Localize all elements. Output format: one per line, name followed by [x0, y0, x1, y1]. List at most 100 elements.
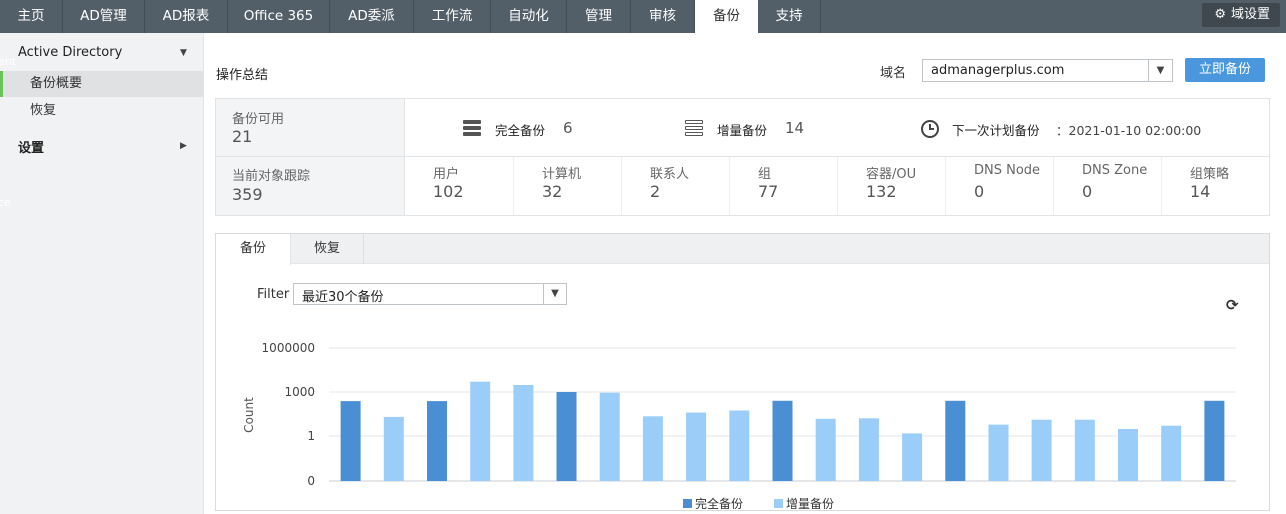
tab-ad-reports[interactable]: AD报表 [145, 0, 228, 33]
tab-automation[interactable]: 自动化 [491, 0, 567, 33]
panel-tabs: 备份 恢复 [216, 234, 1269, 265]
tab-workflow[interactable]: 工作流 [414, 0, 491, 33]
bar-incremental-backup[interactable] [383, 416, 404, 481]
incremental-backup-icon [685, 120, 703, 136]
object-stat-contacts: 联系人 2 [621, 157, 729, 215]
object-value: 132 [866, 182, 897, 201]
bar-full-backup[interactable] [772, 400, 793, 481]
bar-incremental-backup[interactable] [729, 410, 750, 482]
bar-incremental-backup[interactable] [988, 424, 1009, 481]
object-label: 容器/OU [866, 167, 917, 182]
objects-tracked-value: 359 [232, 185, 263, 204]
full-backup-value: 6 [563, 119, 573, 137]
object-label: 计算机 [542, 167, 582, 182]
object-value: 0 [974, 182, 985, 201]
incremental-backup-label: 增量备份 [717, 123, 768, 138]
bar-incremental-backup[interactable] [470, 381, 491, 481]
objects-tracked-label: 当前对象跟踪 [232, 169, 311, 184]
object-label: 联系人 [650, 167, 690, 182]
next-backup-value: ：2021-01-10 02:00:00 [1056, 123, 1202, 138]
object-label: 组策略 [1190, 167, 1230, 182]
y-tick-label: 1000 [284, 385, 315, 399]
sidebar-group-active-directory[interactable]: Active Directory [18, 45, 122, 60]
bar-incremental-backup[interactable] [686, 412, 707, 482]
object-label: 用户 [433, 167, 460, 182]
y-tick-label: 1 [307, 429, 315, 443]
tab-restore-chart[interactable]: 恢复 [291, 234, 364, 264]
object-value: 102 [433, 182, 464, 201]
tab-ad-management[interactable]: AD管理 [63, 0, 145, 33]
summary-panel: 备份可用 21 当前对象跟踪 359 完全备份 6 增量备份 14 下一次计划备… [215, 98, 1270, 216]
object-stat-gpo: 组策略 14 [1161, 157, 1269, 215]
domain-settings-button[interactable]: ⚙ 域设置 [1202, 3, 1280, 27]
domain-select[interactable]: admanagerplus.com ▼ [922, 59, 1173, 82]
y-tick-label: 1000000 [262, 341, 315, 355]
top-nav: 主页 AD管理 AD报表 Office 365 AD委派 工作流 自动化 管理 … [0, 0, 1286, 33]
next-backup-label: 下一次计划备份 [952, 123, 1040, 138]
backups-available-value: 21 [232, 127, 253, 146]
caret-right-icon: ▶ [180, 141, 187, 151]
bar-full-backup[interactable] [340, 401, 361, 481]
object-label: 组 [758, 167, 772, 182]
caret-down-icon: ▼ [180, 48, 187, 58]
bar-incremental-backup[interactable] [815, 418, 836, 481]
page-title: 操作总结 [216, 68, 269, 83]
bar-incremental-backup[interactable] [642, 416, 663, 481]
sidebar-item-backup-summary[interactable]: 备份概要 [0, 71, 204, 97]
tab-office365[interactable]: Office 365 [228, 0, 330, 33]
object-stat-computers: 计算机 32 [513, 157, 621, 215]
tab-backup-chart[interactable]: 备份 [216, 234, 291, 265]
object-stat-users: 用户 102 [405, 157, 513, 215]
backup-chart-panel: 备份 恢复 Filter 最近30个备份 ▼ ⟳ 1000000 1000 1 0 C… [215, 233, 1270, 511]
tab-audit[interactable]: 审核 [631, 0, 695, 33]
sidebar-group-settings[interactable]: 设置 [18, 137, 44, 156]
hidden-label: ce [0, 196, 11, 209]
bar-full-backup[interactable] [556, 392, 577, 481]
object-stat-dns-zone: DNS Zone 0 [1053, 157, 1161, 215]
sidebar-item-restore[interactable]: 恢复 [0, 98, 204, 124]
tab-ad-delegation[interactable]: AD委派 [330, 0, 414, 33]
legend-full-backup-swatch [683, 499, 692, 508]
y-axis-label: Count [242, 397, 256, 433]
gear-icon: ⚙ [1214, 7, 1226, 22]
legend-full-backup-label[interactable]: 完全备份 [695, 496, 743, 509]
sidebar: Active Directory ▼ ent 备份概要 恢复 设置 ▶ ce [0, 33, 204, 514]
hidden-label: ent [0, 55, 17, 68]
y-tick-label: 0 [307, 474, 315, 488]
bar-incremental-backup[interactable] [1031, 419, 1052, 481]
object-stat-dns-node: DNS Node 0 [945, 157, 1053, 215]
domain-settings-label: 域设置 [1230, 7, 1270, 22]
bar-incremental-backup[interactable] [513, 385, 534, 481]
object-value: 14 [1190, 182, 1211, 201]
legend-incremental-backup-label[interactable]: 增量备份 [786, 497, 834, 509]
object-stat-groups: 组 77 [729, 157, 837, 215]
backup-chart: 1000000 1000 1 0 Count 完全备份 增量备份 [242, 341, 1236, 509]
incremental-backup-value: 14 [785, 119, 805, 137]
bar-incremental-backup[interactable] [1161, 425, 1182, 481]
object-value: 77 [758, 182, 779, 201]
chevron-down-icon[interactable]: ▼ [1148, 60, 1172, 81]
bar-full-backup[interactable] [427, 401, 447, 481]
tab-backup[interactable]: 备份 [695, 0, 758, 33]
object-value: 0 [1082, 182, 1093, 201]
full-backup-label: 完全备份 [495, 123, 546, 138]
domain-value: admanagerplus.com [931, 63, 1065, 78]
object-value: 32 [542, 182, 563, 201]
object-stat-containers: 容器/OU 132 [837, 157, 945, 215]
bar-incremental-backup[interactable] [902, 433, 923, 481]
bar-full-backup[interactable] [1204, 400, 1225, 481]
bar-incremental-backup[interactable] [858, 418, 879, 481]
legend-incremental-backup-swatch [774, 499, 783, 508]
object-value: 2 [650, 182, 661, 201]
object-label: DNS Zone [1082, 163, 1148, 178]
bar-full-backup[interactable] [945, 400, 966, 481]
full-backup-icon [463, 120, 481, 136]
backup-now-button[interactable]: 立即备份 [1185, 58, 1265, 82]
domain-label: 域名 [880, 66, 907, 81]
bar-incremental-backup[interactable] [599, 392, 620, 481]
bar-incremental-backup[interactable] [1118, 429, 1138, 481]
tab-home[interactable]: 主页 [0, 0, 63, 33]
tab-support[interactable]: 支持 [758, 0, 821, 33]
tab-admin[interactable]: 管理 [567, 0, 631, 33]
bar-incremental-backup[interactable] [1074, 419, 1095, 481]
